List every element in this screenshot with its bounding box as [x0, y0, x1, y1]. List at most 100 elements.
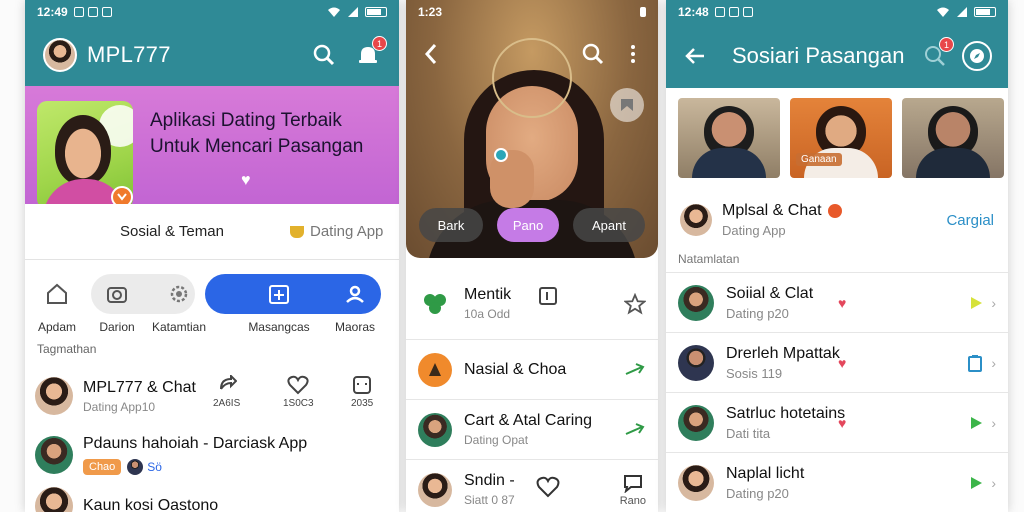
chevron-right-icon: ›: [991, 414, 996, 431]
nav-item-profile[interactable]: Maoras: [323, 274, 387, 346]
list-item[interactable]: Drerleh Mpattak Sosis 119 ♥ ›: [666, 332, 1008, 392]
back-button[interactable]: [418, 41, 444, 67]
nav-item-label: Apdam: [37, 320, 77, 334]
nav-item-label: Katamtian: [151, 320, 207, 334]
notification-icon: [73, 7, 84, 17]
list-item[interactable]: MPL777 & Chat Dating App10 2A6IS 1S0C3 2…: [25, 372, 399, 420]
battery-icon: [974, 7, 996, 17]
search-button[interactable]: [580, 41, 606, 67]
list-item[interactable]: Cart & Atal Caring Dating Opat: [406, 400, 658, 460]
list-item[interactable]: Kaun kosi Oastono: [25, 487, 399, 512]
app-title: MPL777: [87, 42, 171, 67]
search-button[interactable]: [311, 42, 337, 68]
list-item-subtitle: Dating Opat: [464, 433, 529, 447]
list-item[interactable]: Mentik 10a Odd: [406, 268, 658, 340]
notifications-button[interactable]: 1: [355, 36, 387, 68]
calendar-icon[interactable]: [538, 286, 558, 311]
message-action-label: Rano: [619, 494, 646, 507]
list-item-title: Pdauns hahoiah - Darciask App: [83, 435, 308, 452]
nav-item-label: Maoras: [334, 320, 375, 334]
play-icon[interactable]: [969, 416, 983, 430]
status-bar: 12:48: [666, 0, 1008, 24]
featured-subtitle: Dating App: [722, 223, 786, 238]
chevron-right-icon: ›: [991, 294, 996, 311]
clipboard-icon[interactable]: [967, 354, 983, 372]
search-icon: [582, 43, 604, 65]
profile-avatar[interactable]: [43, 38, 77, 72]
action-button-apant[interactable]: Apant: [573, 208, 645, 242]
action-button-pano[interactable]: Pano: [497, 208, 559, 242]
arrow-right-icon[interactable]: [624, 422, 646, 438]
list-item[interactable]: Sndin - Siatt 0 87 Rano: [406, 460, 658, 512]
more-button[interactable]: [620, 41, 646, 67]
star-icon[interactable]: [624, 292, 646, 315]
notification-icon: [714, 7, 725, 17]
featured-tile[interactable]: Ganaan: [790, 98, 892, 178]
nav-item-home[interactable]: Apdam: [25, 274, 89, 346]
list-item-title: Satrluc hotetains: [726, 404, 846, 422]
promo-banner[interactable]: Aplikasi Dating Terbaik Untuk Mencari Pa…: [25, 86, 399, 209]
list-item[interactable]: Pdauns hahoiah - Darciask App Chao Sö: [25, 430, 399, 480]
search-button[interactable]: 1: [922, 37, 954, 69]
search-icon: [313, 44, 335, 66]
avatar: [35, 436, 73, 474]
stat-share[interactable]: 2A6IS: [213, 372, 240, 409]
list-item-title: Mentik: [464, 286, 512, 303]
heart-icon[interactable]: ♥: [838, 355, 846, 371]
nav-item-camera[interactable]: Darion: [85, 274, 149, 346]
bookmark-icon: [621, 99, 633, 111]
banner-title: Aplikasi Dating Terbaik Untuk Mencari Pa…: [150, 110, 364, 157]
heart-icon: ♥: [241, 172, 251, 189]
list-item[interactable]: Nasial & Choa: [406, 340, 658, 400]
list-item-title: Soiial & Clat: [726, 284, 814, 302]
wifi-icon: [328, 7, 340, 17]
notification-icon: [742, 7, 753, 17]
list-item[interactable]: Satrluc hotetains Dati tita ♥ ›: [666, 392, 1008, 452]
section-label: Natamlatan: [678, 252, 740, 266]
heart-outline-icon[interactable]: [536, 476, 560, 503]
stat-like[interactable]: 1S0C3: [283, 372, 314, 409]
nav-item-add-card[interactable]: Masangcas: [247, 274, 311, 346]
featured-tile[interactable]: [678, 98, 780, 178]
message-icon: [353, 376, 372, 394]
chat-bubble-icon: [623, 474, 642, 493]
signal-icon: [348, 7, 358, 17]
tagline-right: Dating App: [290, 223, 383, 240]
chat-chip[interactable]: Chao: [83, 459, 122, 475]
featured-title: Mplsal & Chat: [722, 202, 822, 219]
list-item-title: Drerleh Mpattak: [726, 344, 840, 362]
bookmark-button[interactable]: [610, 88, 644, 122]
list-item-title: Nasial & Choa: [464, 360, 567, 378]
phone-home-screen: 12:49 MPL777 1 Aplikasi Dating Terbaik U…: [25, 0, 399, 512]
notification-icon: [728, 7, 739, 17]
avatar: [678, 284, 714, 321]
arrow-right-icon[interactable]: [624, 362, 646, 378]
featured-app-row[interactable]: Mplsal & Chat Dating App Cargial: [666, 190, 1008, 250]
phone-profile-screen: 1:23 Bark Pano Apant Mentik 10a Odd Nasi…: [406, 0, 658, 512]
compass-button[interactable]: [962, 41, 992, 71]
list-item[interactable]: Soiial & Clat Dating p20 ♥ ›: [666, 272, 1008, 332]
back-button[interactable]: [682, 43, 708, 69]
status-time: 1:23: [418, 5, 443, 19]
action-button-bark[interactable]: Bark: [419, 208, 483, 242]
play-icon[interactable]: [969, 476, 983, 490]
avatar: [678, 344, 714, 381]
heart-icon[interactable]: ♥: [838, 415, 846, 431]
battery-icon: [365, 7, 387, 17]
heart-icon[interactable]: ♥: [838, 295, 846, 311]
list-item-subtitle: Dating p20: [726, 485, 789, 501]
stat-value: 2035: [351, 398, 374, 409]
settings-icon: [170, 285, 188, 303]
mini-avatar: [127, 459, 144, 475]
category-link[interactable]: Cargial: [946, 212, 994, 229]
stat-message[interactable]: 2035: [351, 372, 373, 409]
avatar: [418, 472, 452, 507]
avatar: [418, 352, 452, 387]
message-action[interactable]: Rano: [620, 473, 646, 507]
list-item[interactable]: Naplal licht Dating p20 ›: [666, 452, 1008, 512]
avatar: [418, 412, 452, 447]
featured-tile[interactable]: [902, 98, 1004, 178]
share-icon: [219, 375, 237, 390]
nav-item-settings[interactable]: Katamtian: [147, 274, 211, 346]
play-icon[interactable]: [969, 296, 983, 310]
